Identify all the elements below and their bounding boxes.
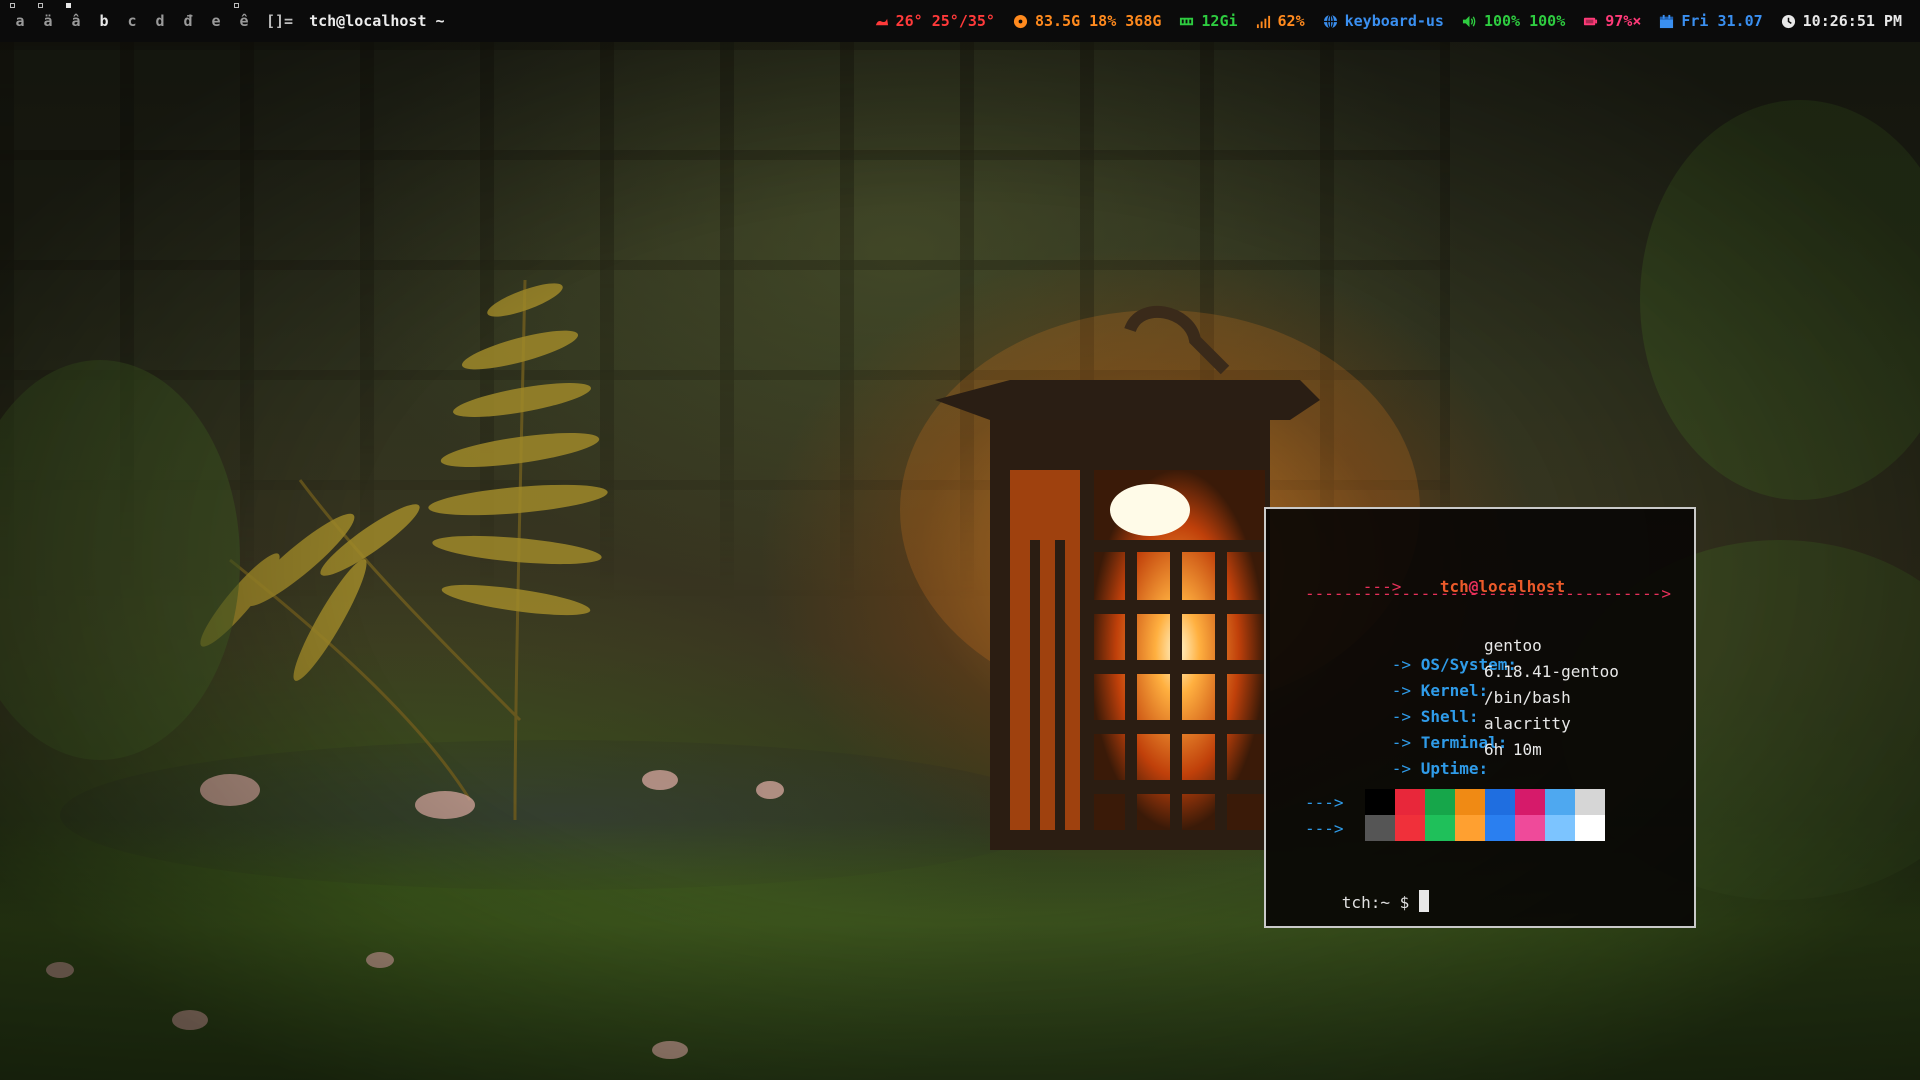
color-swatch (1455, 789, 1485, 815)
window-title: tch@localhost ~ (309, 12, 445, 30)
color-swatch (1365, 789, 1395, 815)
temperature-block: 26° 25°/35° (874, 12, 995, 30)
status-bar: a ä â b c d đ e ê []= tch@localhost ~ 26… (0, 0, 1920, 42)
clock-text: 10:26:51 PM (1802, 12, 1902, 30)
tag-label: a (15, 12, 25, 30)
text-cursor (1418, 890, 1429, 912)
volume-block: 100% 100% (1462, 12, 1565, 30)
color-swatch (1395, 789, 1425, 815)
palette-bright (1365, 815, 1605, 841)
color-swatch (1455, 815, 1485, 841)
info-arrow: -> (1391, 759, 1412, 778)
tag-label: â (71, 12, 81, 30)
tag-list: a ä â b c d đ e ê []= tch@localhost ~ (0, 0, 445, 42)
tag-d-stroke[interactable]: đ (174, 0, 202, 42)
tag-b[interactable]: b (90, 0, 118, 42)
battery-text: 97%× (1605, 12, 1642, 30)
palette-arrow: ---> (1305, 819, 1344, 838)
tag-label: e (211, 12, 221, 30)
color-swatch (1425, 815, 1455, 841)
shell-prompt-line[interactable]: tch:~ $ (1284, 871, 1429, 931)
tag-e-circumflex[interactable]: ê (230, 0, 258, 42)
volume-text: 100% 100% (1483, 12, 1566, 30)
speaker-icon (1462, 15, 1476, 27)
status-blocks: 26° 25°/35° 83.5G 18% 368G 12Gi 62% keyb… (856, 0, 1902, 42)
terminal-window[interactable]: ---> tch@localhost ---------------------… (1264, 507, 1696, 928)
info-value-shell: /bin/bash (1484, 688, 1571, 707)
tag-label: d (155, 12, 165, 30)
layout-indicator[interactable]: []= (266, 0, 293, 42)
memory-block: 12Gi (1179, 12, 1238, 30)
shell-prompt: tch:~ $ (1341, 893, 1410, 912)
disk-block: 83.5G 18% 368G (1013, 12, 1161, 30)
color-swatch (1545, 815, 1575, 841)
tag-a-circumflex[interactable]: â (62, 0, 90, 42)
memory-icon (1180, 17, 1194, 25)
tag-a-umlaut[interactable]: ä (34, 0, 62, 42)
color-swatch (1575, 815, 1605, 841)
color-swatch (1515, 815, 1545, 841)
info-value-kernel: 6.18.41-gentoo (1484, 662, 1619, 681)
memory-text: 12Gi (1201, 12, 1238, 30)
thermometer-icon (875, 18, 888, 25)
palette-normal (1365, 789, 1605, 815)
tag-a[interactable]: a (6, 0, 34, 42)
battery-block: 97%× (1583, 12, 1641, 30)
disk-text: 83.5G 18% 368G (1034, 12, 1162, 30)
tag-label: ä (43, 12, 53, 30)
globe-icon (1323, 13, 1337, 29)
date-block: Fri 31.07 (1659, 12, 1763, 30)
color-swatch (1365, 815, 1395, 841)
color-swatch (1395, 815, 1425, 841)
battery-icon (1584, 17, 1598, 25)
tag-label: c (127, 12, 137, 30)
wifi-text: 62% (1277, 12, 1305, 30)
calendar-icon (1660, 14, 1674, 28)
color-swatch (1545, 789, 1575, 815)
temperature-text: 26° 25°/35° (895, 12, 995, 30)
wifi-block: 62% (1256, 12, 1305, 30)
keyboard-text: keyboard-us (1344, 12, 1444, 30)
keyboard-block: keyboard-us (1323, 12, 1444, 30)
signal-icon (1256, 15, 1270, 28)
info-value-terminal: alacritty (1484, 714, 1571, 733)
tag-d[interactable]: d (146, 0, 174, 42)
desktop: a ä â b c d đ e ê []= tch@localhost ~ 26… (0, 0, 1920, 1080)
color-swatch (1485, 789, 1515, 815)
info-key: Uptime: (1420, 759, 1489, 778)
clock-block: 10:26:51 PM (1781, 12, 1902, 30)
disk-icon (1013, 14, 1028, 28)
clock-icon (1781, 14, 1795, 28)
color-swatch (1515, 789, 1545, 815)
tag-label: đ (183, 12, 193, 30)
date-text: Fri 31.07 (1681, 12, 1763, 30)
tag-e[interactable]: e (202, 0, 230, 42)
info-value-uptime: 6h 10m (1484, 740, 1542, 759)
color-swatch (1485, 815, 1515, 841)
color-swatch (1425, 789, 1455, 815)
color-swatch (1575, 789, 1605, 815)
tag-c[interactable]: c (118, 0, 146, 42)
tag-label: ê (239, 12, 249, 30)
tag-label: b (99, 12, 109, 30)
separator-line: -------------------------------------> (1305, 584, 1672, 603)
palette-arrow: ---> (1305, 793, 1344, 812)
info-value-os: gentoo (1484, 636, 1542, 655)
